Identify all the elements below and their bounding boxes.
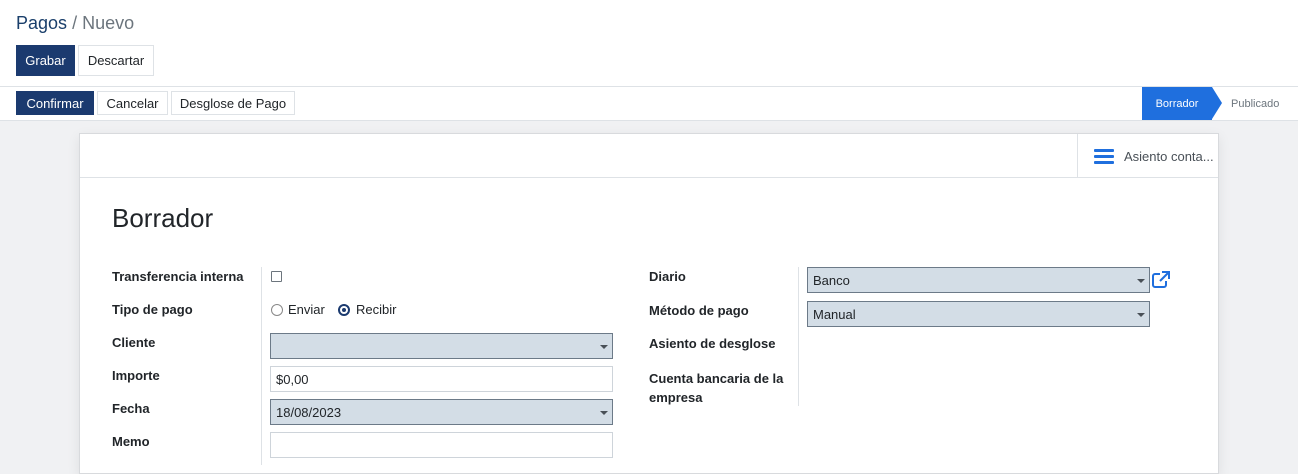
amount-input[interactable]: $0,00: [270, 366, 613, 392]
memo-input[interactable]: [270, 432, 613, 458]
amount-value: $0,00: [276, 371, 309, 387]
payment-type-receive-radio[interactable]: [338, 304, 350, 316]
external-link-icon[interactable]: [1151, 270, 1171, 290]
right-group-divider: [798, 267, 799, 406]
amount-label: Importe: [112, 368, 160, 383]
date-input[interactable]: 18/08/2023: [270, 399, 613, 425]
form-sheet: Asiento conta... Borrador Transferencia …: [79, 133, 1219, 474]
payment-type-send-label[interactable]: Enviar: [288, 302, 325, 317]
internal-transfer-checkbox[interactable]: [271, 271, 282, 282]
page-title: Borrador: [112, 203, 214, 233]
payment-method-value: Manual: [813, 306, 856, 322]
breadcrumb-separator: /: [72, 13, 78, 33]
payment-type-label: Tipo de pago: [112, 302, 193, 317]
payment-type-receive-label[interactable]: Recibir: [356, 302, 396, 317]
breadcrumb-current: Nuevo: [82, 13, 135, 33]
stage-draft[interactable]: Borrador: [1142, 87, 1212, 120]
payment-breakdown-button[interactable]: Desglose de Pago: [171, 91, 295, 115]
payment-type-send-radio[interactable]: [271, 304, 283, 316]
button-box: Asiento conta...: [80, 134, 1218, 178]
confirm-button[interactable]: Confirmar: [16, 91, 94, 115]
list-icon: [1094, 149, 1114, 165]
internal-transfer-label: Transferencia interna: [112, 269, 244, 284]
memo-label: Memo: [112, 434, 150, 449]
breadcrumb-pagos-link[interactable]: Pagos: [16, 13, 67, 33]
smart-button-label: Asiento conta...: [1124, 149, 1214, 164]
chevron-down-icon: [1137, 279, 1145, 283]
journal-select[interactable]: Banco: [807, 267, 1150, 293]
save-button[interactable]: Grabar: [16, 45, 75, 76]
date-value: 18/08/2023: [276, 404, 342, 420]
payment-method-label: Método de pago: [649, 303, 749, 318]
breadcrumb: Pagos / Nuevo: [16, 13, 134, 34]
statusbar: Confirmar Cancelar Desglose de Pago Borr…: [0, 87, 1298, 121]
chevron-down-icon: [1137, 313, 1145, 317]
discard-button[interactable]: Descartar: [78, 45, 154, 76]
chevron-down-icon: [600, 411, 608, 415]
stage-posted[interactable]: Publicado: [1231, 87, 1279, 120]
stage-arrow: [1212, 87, 1222, 119]
chevron-down-icon: [600, 345, 608, 349]
payment-method-select[interactable]: Manual: [807, 301, 1150, 327]
cancel-button[interactable]: Cancelar: [97, 91, 168, 115]
customer-label: Cliente: [112, 335, 156, 350]
breakdown-entry-label: Asiento de desglose: [649, 336, 776, 351]
control-panel: Pagos / Nuevo Grabar Descartar: [0, 0, 1298, 87]
customer-select[interactable]: [270, 333, 613, 359]
journal-entry-smart-button[interactable]: Asiento conta...: [1077, 134, 1218, 178]
date-label: Fecha: [112, 401, 150, 416]
company-bank-account-label: Cuenta bancaria de la empresa: [649, 371, 784, 405]
journal-label: Diario: [649, 269, 686, 284]
left-group-divider: [261, 267, 262, 465]
journal-value: Banco: [813, 272, 850, 288]
